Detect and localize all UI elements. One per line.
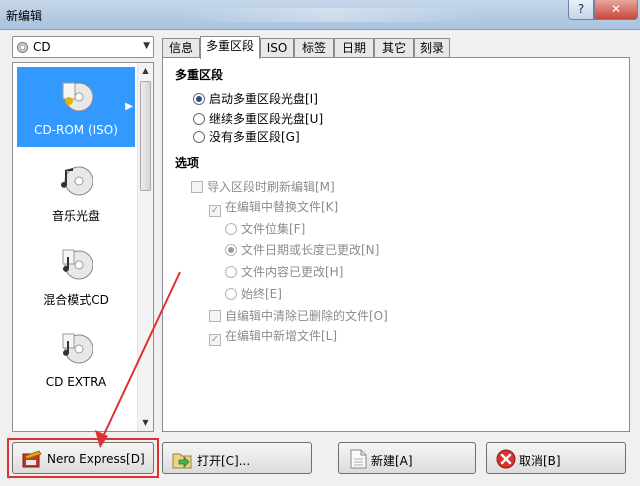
scroll-up-icon[interactable]: ▲ xyxy=(138,63,153,79)
radio-indicator[interactable] xyxy=(225,244,237,256)
radio-no-multisession[interactable]: 没有多重区段[G] xyxy=(193,128,300,145)
side-item-cd-extra[interactable]: CD EXTRA xyxy=(17,319,135,399)
side-list-scrollbar[interactable]: ▲ ▼ xyxy=(137,63,153,431)
radio-indicator[interactable] xyxy=(225,288,237,300)
radio-indicator[interactable] xyxy=(193,93,205,105)
music-disc-icon xyxy=(61,166,93,196)
checkbox-label: 导入区段时刷新编辑[M] xyxy=(207,180,335,194)
new-document-icon xyxy=(350,449,367,469)
options-group-title: 选项 xyxy=(175,156,200,170)
mixed-mode-disc-icon xyxy=(62,249,93,280)
radio-start-multisession[interactable]: 启动多重区段光盘[I] xyxy=(193,90,318,107)
checkbox-indicator[interactable] xyxy=(191,181,203,193)
radio-content-changed[interactable]: 文件内容已更改[H] xyxy=(225,263,343,280)
checkbox-add-new-files[interactable]: ✓ 在编辑中新增文件[L] xyxy=(209,327,337,346)
radio-indicator[interactable] xyxy=(193,131,205,143)
radio-always[interactable]: 始终[E] xyxy=(225,285,282,302)
tab-iso[interactable]: ISO xyxy=(260,38,294,58)
tab-date[interactable]: 日期 xyxy=(334,38,374,58)
checkbox-replace-files[interactable]: ✓ 在编辑中替换文件[K] xyxy=(209,198,338,217)
tab-misc[interactable]: 其它 xyxy=(374,38,414,58)
tab-multisession[interactable]: 多重区段 xyxy=(200,36,260,59)
side-item-cd-rom[interactable]: ▶ CD-ROM (ISO) xyxy=(17,67,135,147)
checkbox-import-refresh[interactable]: 导入区段时刷新编辑[M] xyxy=(191,178,335,195)
cd-disc-icon xyxy=(17,42,28,53)
close-button[interactable]: ✕ xyxy=(594,0,638,20)
radio-label: 文件日期或长度已更改[N] xyxy=(241,243,380,257)
tab-label[interactable]: 标签 xyxy=(294,38,334,58)
radio-label: 没有多重区段[G] xyxy=(209,130,300,144)
radio-label: 始终[E] xyxy=(241,287,282,301)
open-folder-icon xyxy=(172,453,192,469)
chevron-right-icon: ▶ xyxy=(125,101,133,112)
checkbox-indicator[interactable]: ✓ xyxy=(209,334,221,346)
cd-rom-disc-icon xyxy=(62,82,93,112)
side-item-label: 音乐光盘 xyxy=(51,209,100,223)
radio-indicator[interactable] xyxy=(193,113,205,125)
nero-express-label: Nero Express[D] xyxy=(47,452,145,466)
scroll-down-icon[interactable]: ▼ xyxy=(138,415,153,431)
side-item-label: 混合模式CD xyxy=(43,293,109,307)
radio-date-or-size-changed[interactable]: 文件日期或长度已更改[N] xyxy=(225,241,379,258)
checkbox-label: 自编辑中清除已删除的文件[O] xyxy=(225,309,388,323)
side-item-mixed-mode[interactable]: 混合模式CD xyxy=(17,235,135,315)
radio-label: 继续多重区段光盘[U] xyxy=(209,112,324,126)
checkbox-clean-deleted[interactable]: 自编辑中清除已删除的文件[O] xyxy=(209,307,388,324)
open-button[interactable]: 打开[C]... xyxy=(162,442,312,474)
checkbox-indicator[interactable]: ✓ xyxy=(209,205,221,217)
side-item-label: CD EXTRA xyxy=(45,375,107,389)
chevron-down-icon: ▼ xyxy=(143,41,150,51)
title-blur xyxy=(180,8,480,22)
radio-indicator[interactable] xyxy=(225,223,237,235)
radio-label: 文件内容已更改[H] xyxy=(241,265,344,279)
new-label: 新建[A] xyxy=(371,454,413,468)
cancel-label: 取消[B] xyxy=(519,454,561,468)
scroll-thumb[interactable] xyxy=(140,81,151,191)
disc-type-value: CD xyxy=(33,40,51,54)
radio-label: 文件位集[F] xyxy=(241,222,306,236)
help-button[interactable]: ? xyxy=(568,0,594,20)
tab-burn[interactable]: 刻录 xyxy=(414,38,450,58)
cancel-button[interactable]: 取消[B] xyxy=(486,442,626,474)
radio-indicator[interactable] xyxy=(225,266,237,278)
checkbox-label: 在编辑中替换文件[K] xyxy=(225,200,339,214)
new-button[interactable]: 新建[A] xyxy=(338,442,476,474)
checkbox-label: 在编辑中新增文件[L] xyxy=(225,329,338,343)
title-bar: 新编辑 ? ✕ xyxy=(0,0,640,30)
tab-info[interactable]: 信息 xyxy=(162,38,200,58)
nero-express-icon xyxy=(22,450,42,468)
window-title: 新编辑 xyxy=(6,9,43,23)
side-item-label: CD-ROM (ISO) xyxy=(34,123,118,137)
radio-file-attribute[interactable]: 文件位集[F] xyxy=(225,220,305,237)
tab-panel-multisession: 多重区段 启动多重区段光盘[I] 继续多重区段光盘[U] 没有多重区段[G] 选… xyxy=(162,57,630,432)
nero-express-button[interactable]: Nero Express[D] xyxy=(12,442,154,474)
cancel-icon xyxy=(496,449,516,469)
open-label: 打开[C]... xyxy=(197,454,251,468)
compilation-type-list: ▶ CD-ROM (ISO) 音乐光盘 混合模式CD CD EXTRA ▲ ▼ xyxy=(12,62,154,432)
multisession-group-title: 多重区段 xyxy=(175,68,224,82)
disc-type-select[interactable]: CD ▼ xyxy=(12,36,154,58)
cd-extra-disc-icon xyxy=(62,333,93,364)
checkbox-indicator[interactable] xyxy=(209,310,221,322)
radio-continue-multisession[interactable]: 继续多重区段光盘[U] xyxy=(193,110,323,127)
side-item-audio-cd[interactable]: 音乐光盘 xyxy=(17,151,135,231)
radio-label: 启动多重区段光盘[I] xyxy=(209,92,318,106)
